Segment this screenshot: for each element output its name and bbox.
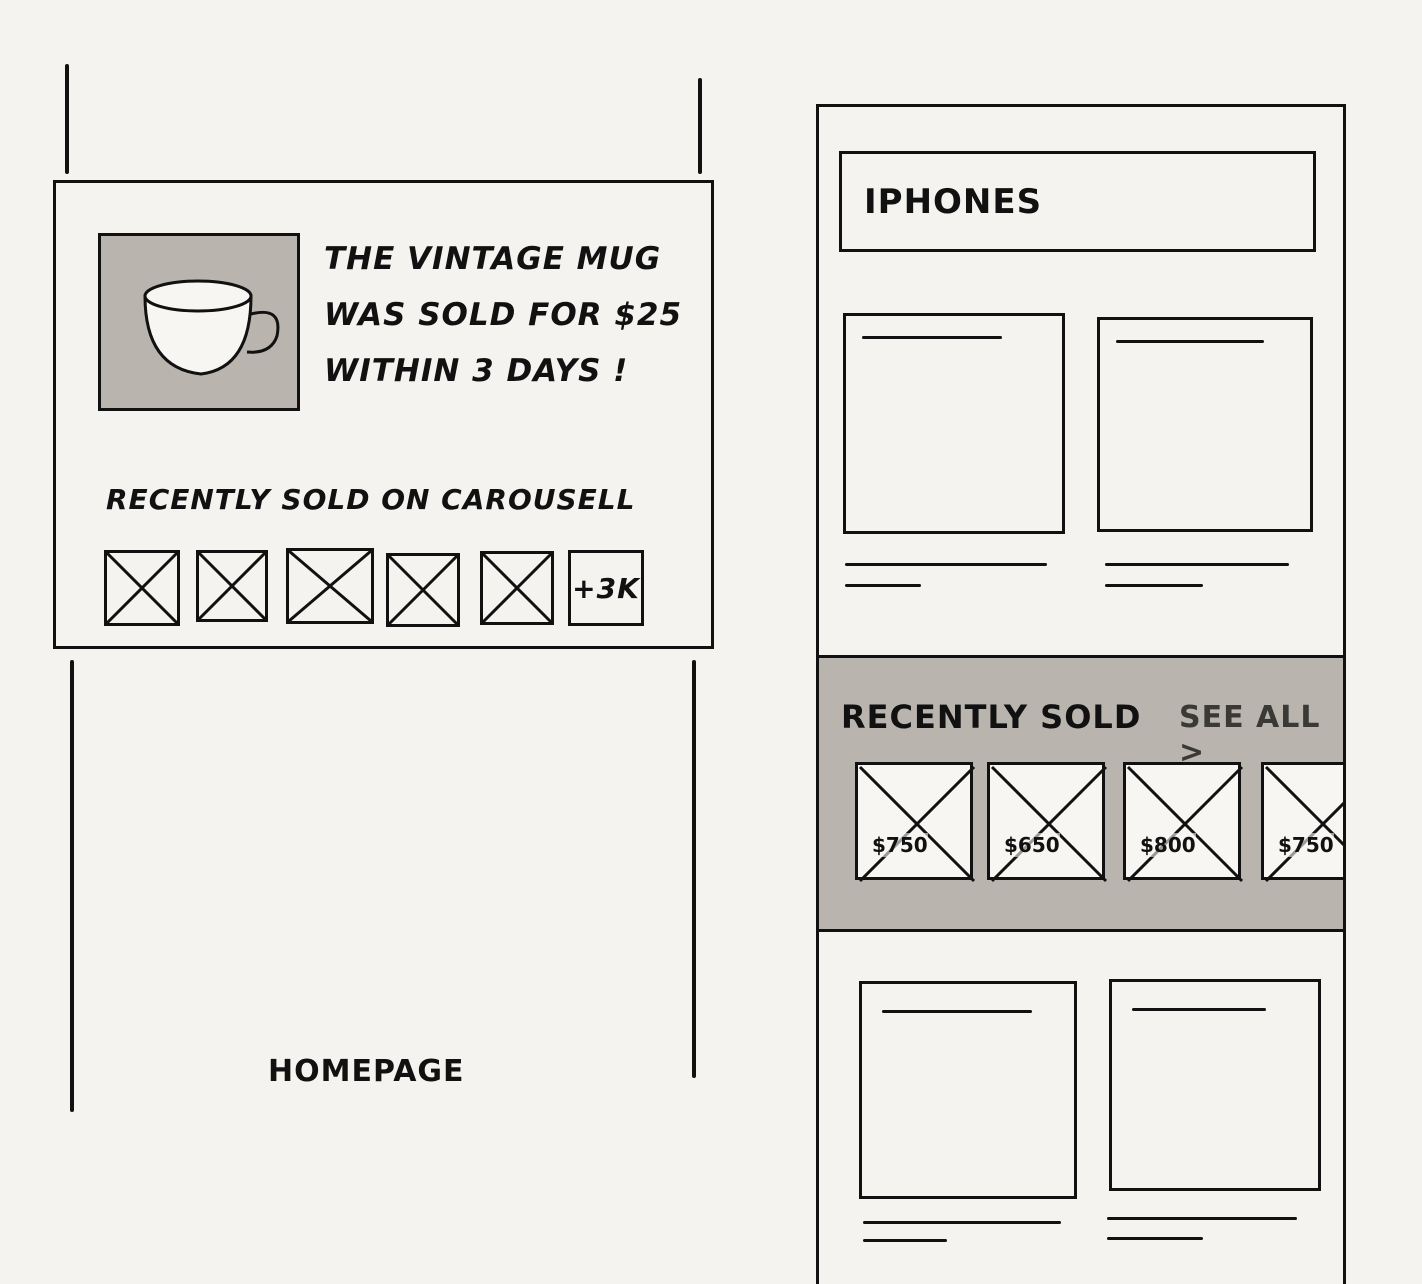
card-text-line bbox=[863, 1221, 1061, 1224]
sold-thumbnail[interactable] bbox=[480, 551, 554, 625]
caption-line: WAS SOLD FOR $25 bbox=[324, 297, 683, 333]
image-placeholder-icon bbox=[286, 548, 374, 624]
image-placeholder-icon bbox=[858, 765, 976, 883]
sold-item-tile[interactable]: $650 bbox=[987, 762, 1108, 883]
screen-caption-homepage: HOMEPAGE bbox=[268, 1054, 465, 1089]
phone-edge-left-top bbox=[65, 64, 69, 174]
card-text-line bbox=[1105, 563, 1289, 566]
sold-item-tile[interactable]: $800 bbox=[1123, 762, 1244, 883]
card-text-line bbox=[1107, 1217, 1297, 1220]
card-text-line bbox=[845, 563, 1047, 566]
phone-edge-right-bottom bbox=[692, 660, 696, 1078]
sold-thumbnail[interactable] bbox=[286, 548, 374, 624]
see-all-link[interactable]: SEE ALL > bbox=[1179, 700, 1343, 770]
product-card[interactable] bbox=[843, 313, 1065, 534]
card-title-line bbox=[862, 336, 1002, 339]
sold-item-tile[interactable]: $750 bbox=[1261, 762, 1343, 883]
sold-story-caption: THE VINTAGE MUG WAS SOLD FOR $25 WITHIN … bbox=[324, 231, 704, 399]
card-text-line bbox=[845, 584, 921, 587]
card-title-line bbox=[1116, 340, 1264, 343]
sold-thumbnail[interactable] bbox=[104, 550, 180, 626]
see-all-label: SEE ALL > bbox=[1179, 700, 1321, 770]
image-placeholder-icon bbox=[990, 765, 1108, 883]
sold-price: $750 bbox=[872, 833, 928, 857]
card-title-line bbox=[1132, 1008, 1266, 1011]
card-text-line bbox=[1105, 584, 1203, 587]
caption-line: THE VINTAGE MUG bbox=[324, 241, 662, 277]
image-placeholder-icon bbox=[1126, 765, 1244, 883]
product-card[interactable] bbox=[1097, 317, 1313, 532]
card-text-line bbox=[1107, 1237, 1203, 1240]
sold-thumbnail[interactable] bbox=[386, 553, 460, 627]
sold-price: $750 bbox=[1278, 833, 1334, 857]
category-search-bar[interactable]: IPHONES bbox=[839, 151, 1316, 252]
sold-thumbnail[interactable] bbox=[196, 550, 268, 622]
mug-icon bbox=[143, 279, 280, 376]
sold-item-tile[interactable]: $750 bbox=[855, 762, 976, 883]
more-sold-count[interactable]: +3K bbox=[568, 550, 644, 626]
sold-price: $650 bbox=[1004, 833, 1060, 857]
image-placeholder-icon bbox=[104, 550, 180, 626]
phone-edge-right-top bbox=[698, 78, 702, 174]
image-placeholder-icon bbox=[386, 553, 460, 627]
recently-sold-title: RECENTLY SOLD bbox=[841, 698, 1142, 736]
phone-edge-left-bottom bbox=[70, 660, 74, 1112]
recently-sold-label: RECENTLY SOLD ON CAROUSELL bbox=[106, 483, 636, 516]
card-text-line bbox=[863, 1239, 947, 1242]
category-phone-frame: IPHONES RECENTLY SOLD SEE ALL > $750 $65… bbox=[816, 104, 1346, 1284]
sold-story-card[interactable]: THE VINTAGE MUG WAS SOLD FOR $25 WITHIN … bbox=[53, 180, 714, 649]
image-placeholder-icon bbox=[196, 550, 268, 622]
image-placeholder-icon bbox=[480, 551, 554, 625]
card-title-line bbox=[882, 1010, 1032, 1013]
product-card[interactable] bbox=[1109, 979, 1321, 1191]
image-placeholder-icon bbox=[1264, 765, 1343, 883]
mug-image bbox=[98, 233, 300, 411]
caption-line: WITHIN 3 DAYS ! bbox=[324, 353, 629, 389]
recently-sold-section: RECENTLY SOLD SEE ALL > $750 $650 $800 $… bbox=[819, 655, 1343, 932]
sold-price: $800 bbox=[1140, 833, 1196, 857]
product-card[interactable] bbox=[859, 981, 1077, 1199]
